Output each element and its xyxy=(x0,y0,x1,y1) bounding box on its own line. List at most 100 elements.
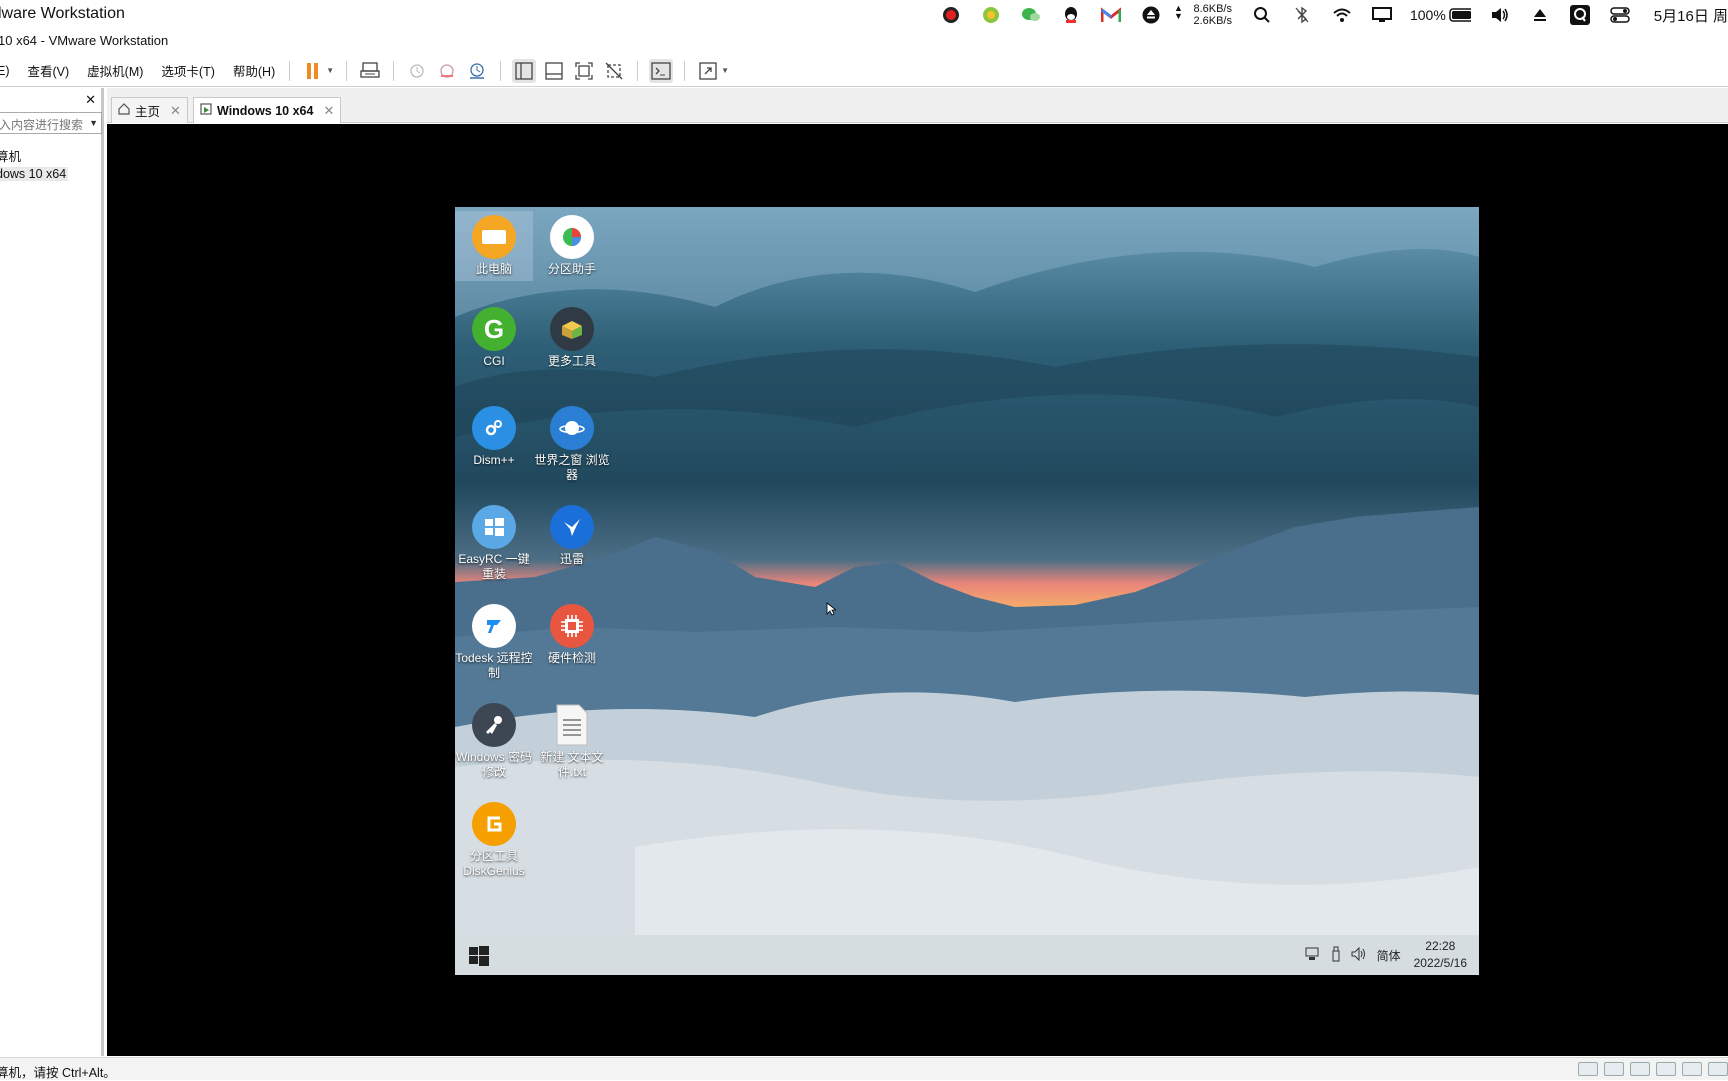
system-tray: ▲ ▼ 8.6KB/s 2.6KB/s 100% 5月16日 周 xyxy=(931,0,1728,30)
hard-disk-icon[interactable] xyxy=(1578,1062,1598,1076)
tab-strip: 主页 ✕ Windows 10 x64 ✕ xyxy=(107,88,1728,123)
icon-label: Dism++ xyxy=(473,453,515,467)
tab-label: 主页 xyxy=(135,105,161,119)
display-icon[interactable] xyxy=(1371,4,1393,26)
menu-tabs[interactable]: 选项卡(T) xyxy=(161,61,214,80)
search-placeholder: 入内容进行搜索 xyxy=(0,118,84,132)
tab-windows-10-x64[interactable]: Windows 10 x64 ✕ xyxy=(193,97,342,123)
chip-icon xyxy=(550,604,594,648)
pie-icon xyxy=(550,215,594,259)
device-status-icons xyxy=(1572,1062,1728,1076)
send-ctrl-alt-del-icon[interactable] xyxy=(358,59,382,83)
clock[interactable]: 5月16日 周 xyxy=(1654,5,1728,26)
status-hint: 算机，请按 Ctrl+Alt。 xyxy=(0,1066,116,1080)
desktop-icon-xunlei[interactable]: 迅雷 xyxy=(533,501,611,567)
windows-start-icon[interactable] xyxy=(469,946,489,971)
desktop-icon-todesk[interactable]: Todesk 远程控制 xyxy=(455,600,533,681)
close-icon[interactable]: ✕ xyxy=(170,103,181,119)
vm-console[interactable]: 此电脑 分区助手 G CGI 更多工具 Dism++ 世界之窗 浏览器 Easy… xyxy=(107,124,1728,1056)
close-icon[interactable]: ✕ xyxy=(323,103,334,119)
key-icon xyxy=(472,703,516,747)
eject-media-icon[interactable] xyxy=(1529,4,1551,26)
tab-home[interactable]: 主页 ✕ xyxy=(111,97,188,123)
wechat-icon[interactable] xyxy=(1020,4,1042,26)
diskgenius-icon xyxy=(472,802,516,846)
desktop-icon-theworld-browser[interactable]: 世界之窗 浏览器 xyxy=(533,402,611,483)
thumbnail-bar-icon[interactable] xyxy=(542,59,566,83)
desktop-icon-partition-assistant[interactable]: 分区助手 xyxy=(533,211,611,277)
floppy-icon[interactable] xyxy=(1630,1062,1650,1076)
cgi-g-icon: G xyxy=(472,307,516,351)
usb-icon[interactable] xyxy=(1682,1062,1702,1076)
vm-icon xyxy=(200,103,212,118)
desktop-icon-more-tools[interactable]: 更多工具 xyxy=(533,303,611,369)
app-tray-icon[interactable] xyxy=(980,4,1002,26)
record-icon[interactable] xyxy=(940,4,962,26)
desktop-icon-hardware-check[interactable]: 硬件检测 xyxy=(533,600,611,666)
guest-taskbar: 简体 22:28 2022/5/16 xyxy=(455,935,1479,975)
chevron-down-icon[interactable]: ▼ xyxy=(721,66,729,75)
windows-logo-icon xyxy=(472,505,516,549)
menu-edit[interactable]: E) xyxy=(0,64,10,78)
snapshot-manager-icon[interactable] xyxy=(465,59,489,83)
menu-view[interactable]: 查看(V) xyxy=(28,61,70,80)
revert-snapshot-icon[interactable] xyxy=(435,59,459,83)
tree-item-windows-10-x64[interactable]: dows 10 x64 xyxy=(0,167,69,181)
close-icon[interactable]: ✕ xyxy=(85,92,96,108)
chevron-down-icon[interactable]: ▼ xyxy=(326,66,334,75)
desktop-icon-dism[interactable]: Dism++ xyxy=(455,402,533,468)
network-icon[interactable] xyxy=(1305,947,1321,964)
menu-help[interactable]: 帮助(H) xyxy=(233,61,275,80)
app-title[interactable]: lware Workstation xyxy=(0,5,125,23)
bird-icon xyxy=(550,505,594,549)
battery-icon[interactable] xyxy=(1449,4,1471,26)
guest-desktop[interactable]: 此电脑 分区助手 G CGI 更多工具 Dism++ 世界之窗 浏览器 Easy… xyxy=(455,207,1479,975)
icon-label: 分区工具 DiskGenius xyxy=(463,849,525,878)
ime-indicator[interactable]: 简体 xyxy=(1377,947,1401,964)
search-icon[interactable] xyxy=(1251,4,1273,26)
qq-icon[interactable] xyxy=(1060,4,1082,26)
desktop-icon-windows-password[interactable]: Windows 密码修改 xyxy=(455,699,533,780)
toolbar-separator xyxy=(500,60,502,81)
stretch-guest-icon[interactable] xyxy=(696,59,720,83)
bluetooth-off-icon[interactable] xyxy=(1291,4,1313,26)
icon-label: 硬件检测 xyxy=(547,651,596,665)
speaker-icon[interactable] xyxy=(1351,946,1367,964)
full-screen-icon[interactable] xyxy=(572,59,596,83)
unity-icon[interactable] xyxy=(602,59,626,83)
menu-vm[interactable]: 虚拟机(M) xyxy=(87,61,143,80)
planet-icon xyxy=(550,406,594,450)
toolbar-separator xyxy=(346,60,348,81)
guest-system-tray: 简体 22:28 2022/5/16 xyxy=(1300,938,1467,972)
q-app-icon[interactable] xyxy=(1569,4,1591,26)
icon-label: CGI xyxy=(483,354,505,368)
show-library-icon[interactable] xyxy=(512,58,537,83)
cd-dvd-icon[interactable] xyxy=(1604,1062,1624,1076)
sound-card-icon[interactable] xyxy=(1708,1062,1728,1076)
usb-drive-icon[interactable] xyxy=(1331,946,1341,965)
desktop-icon-new-text-file[interactable]: 新建 文本文件.txt xyxy=(533,699,611,780)
console-view-icon[interactable] xyxy=(649,58,674,83)
wifi-icon[interactable] xyxy=(1331,4,1353,26)
chevron-down-icon[interactable]: ▼ xyxy=(89,118,98,128)
system-menu-bar: lware Workstation ▲ ▼ 8.6KB/s 2.6KB/s 100%… xyxy=(0,0,1728,30)
desktop-icon-diskgenius[interactable]: 分区工具 DiskGenius xyxy=(455,798,533,879)
desktop-icon-this-pc[interactable]: 此电脑 xyxy=(455,211,533,281)
volume-icon[interactable] xyxy=(1489,4,1511,26)
network-adapter-icon[interactable] xyxy=(1656,1062,1676,1076)
pause-icon[interactable] xyxy=(301,59,325,83)
desktop-icon-cgi[interactable]: G CGI xyxy=(455,303,533,369)
home-icon xyxy=(118,103,130,118)
eject-icon[interactable] xyxy=(1140,4,1162,26)
guest-date: 2022/5/16 xyxy=(1413,956,1467,970)
snapshot-icon[interactable] xyxy=(405,59,429,83)
toolbar-separator xyxy=(684,60,686,81)
library-search-input[interactable]: 入内容进行搜索 ▼ xyxy=(0,112,102,134)
computer-icon xyxy=(472,215,516,259)
gmail-icon[interactable] xyxy=(1100,4,1122,26)
control-center-icon[interactable] xyxy=(1609,4,1631,26)
tree-item-my-computer[interactable]: 算机 xyxy=(0,146,21,165)
desktop-icon-easyrc[interactable]: EasyRC 一键重装 xyxy=(455,501,533,582)
vmware-menu-toolbar: E) 查看(V) 虚拟机(M) 选项卡(T) 帮助(H) ▼ ▼ xyxy=(0,55,1728,87)
guest-clock[interactable]: 22:28 2022/5/16 xyxy=(1414,938,1467,972)
